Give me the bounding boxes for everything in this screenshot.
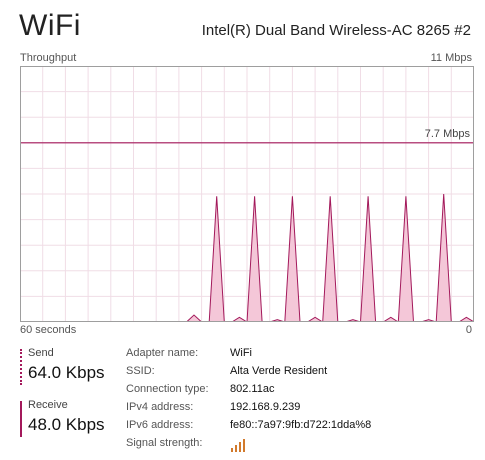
detail-key: IPv4 address:	[126, 401, 194, 413]
detail-key: Signal strength:	[126, 437, 203, 449]
detail-value: WiFi	[230, 347, 252, 359]
throughput-graph: 7.7 Mbps	[20, 66, 474, 322]
adapter-description: Intel(R) Dual Band Wireless-AC 8265 #2	[201, 22, 471, 39]
send-legend-line	[20, 349, 22, 385]
max-scale-label: 11 Mbps	[430, 52, 472, 64]
throughput-label: Throughput	[20, 52, 77, 64]
detail-value: 192.168.9.239	[230, 401, 301, 413]
scale-marker-label: 7.7 Mbps	[425, 128, 471, 140]
send-value: 64.0 Kbps	[28, 363, 105, 382]
detail-key: SSID:	[126, 365, 155, 377]
send-label: Send	[28, 347, 54, 359]
detail-key: IPv6 address:	[126, 419, 194, 431]
time-span-label: 60 seconds	[20, 324, 77, 336]
detail-key: Adapter name:	[126, 347, 199, 359]
signal-strength-icon	[231, 439, 245, 452]
page-title: WiFi	[19, 9, 81, 42]
detail-key: Connection type:	[126, 383, 209, 395]
receive-legend-line	[20, 401, 22, 437]
min-scale-label: 0	[465, 324, 472, 336]
detail-value: 802.11ac	[230, 383, 275, 395]
receive-label: Receive	[28, 399, 68, 411]
receive-value: 48.0 Kbps	[28, 415, 105, 434]
detail-value: Alta Verde Resident	[230, 365, 328, 377]
detail-value: fe80::7a97:9fb:d722:1dda%8	[230, 419, 372, 431]
